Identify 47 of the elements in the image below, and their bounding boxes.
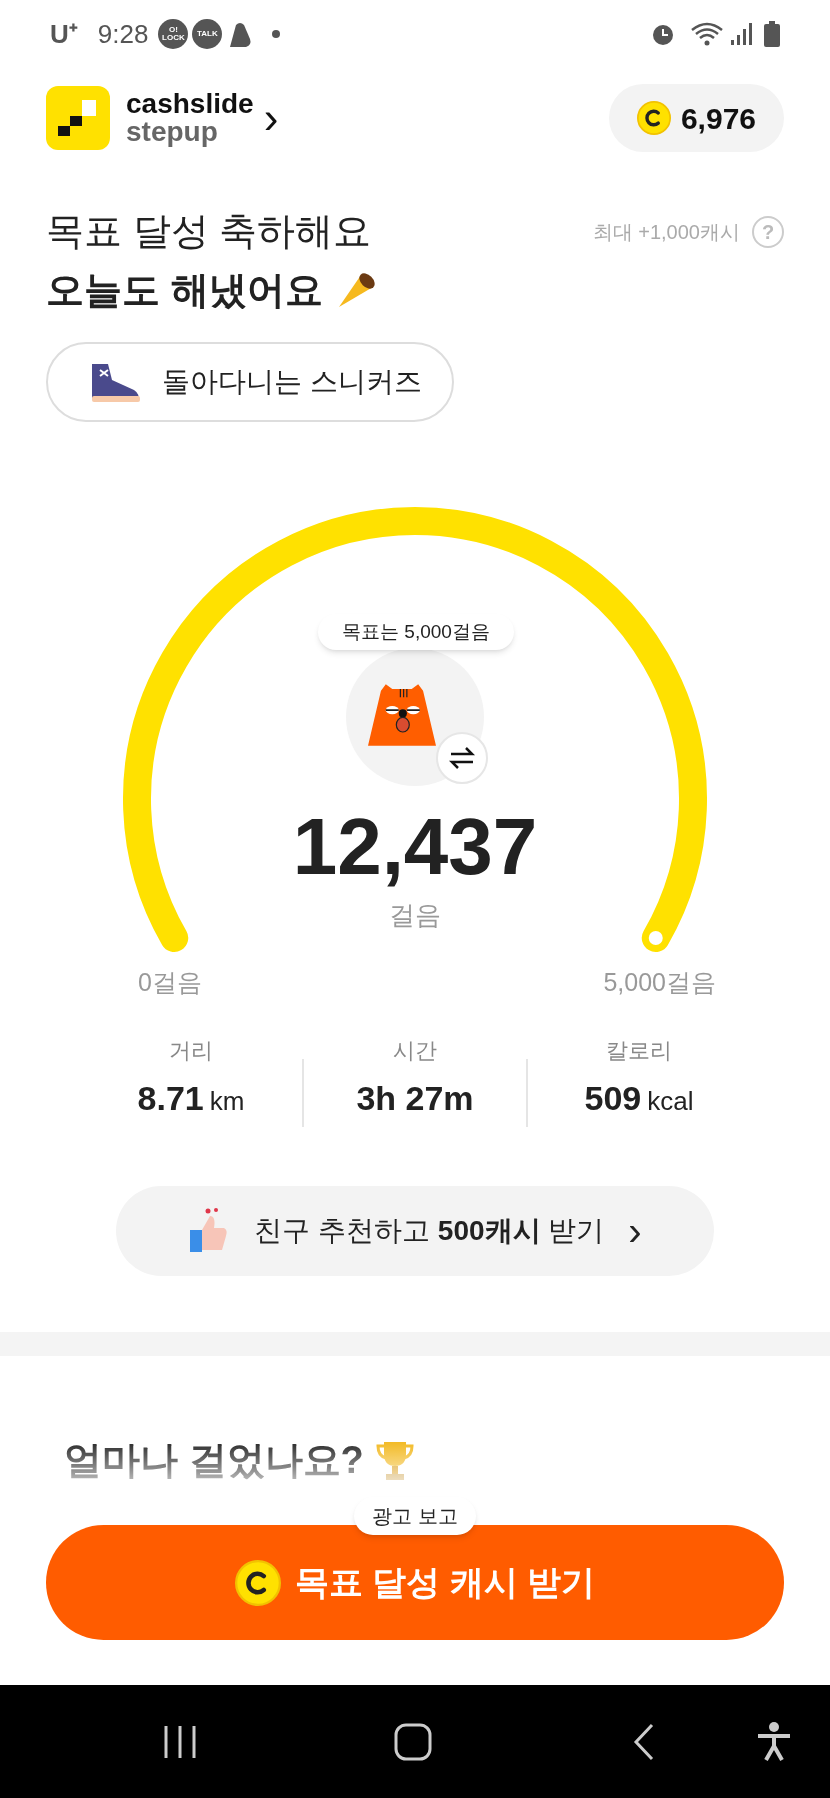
coin-icon <box>636 101 671 135</box>
accessibility-icon[interactable] <box>756 1721 792 1762</box>
badge-pill[interactable]: 돌아다니는 스니커즈 <box>46 342 454 422</box>
brand-name: cashslide <box>126 90 254 118</box>
swap-button[interactable] <box>436 732 488 784</box>
home-icon[interactable] <box>394 1722 432 1761</box>
battery-icon <box>764 21 780 47</box>
points-value: 6,976 <box>680 100 756 137</box>
chevron-icon[interactable]: › <box>263 96 279 140</box>
recent-apps-icon[interactable] <box>162 1723 198 1760</box>
ad-bubble: 광고 보고 <box>354 1497 476 1535</box>
coin-icon <box>234 1559 281 1606</box>
stat-label: 시간 <box>393 1037 437 1065</box>
max-label: 5,000걸음 <box>603 967 716 998</box>
step-count: 12,437 <box>292 802 538 892</box>
stat-value: 8.71 <box>137 1078 204 1119</box>
signal-icon <box>730 22 754 46</box>
min-label: 0걸음 <box>138 967 202 998</box>
stat-label: 거리 <box>169 1037 213 1065</box>
points-pill[interactable]: 6,976 <box>608 84 784 152</box>
badge-label: 돌아다니는 스니커즈 <box>162 365 422 399</box>
swap-icon <box>448 746 476 770</box>
mascot-drawing <box>368 682 436 748</box>
referral-text: 친구 추천하고 500캐시 받기 <box>254 1214 605 1248</box>
stat-value: 3h 27m <box>356 1078 474 1119</box>
notification-icon: TALK <box>192 19 223 49</box>
hero-subtitle: 오늘도 해냈어요 <box>46 268 323 313</box>
back-icon[interactable] <box>632 1722 656 1761</box>
status-time: 9:28 <box>97 17 149 51</box>
carrier-label: U⁺ <box>50 17 78 51</box>
hero-title: 목표 달성 축하해요 <box>46 209 373 254</box>
step-unit: 걸음 <box>389 899 441 932</box>
goal-bubble: 목표는 5,000걸음 <box>318 614 514 650</box>
trophy-icon <box>375 1439 414 1482</box>
gauge-end-dot <box>648 931 663 945</box>
logo-icon <box>46 86 110 150</box>
max-reward-label: 최대 +1,000캐시 <box>592 220 740 245</box>
stat-unit: kcal <box>647 1085 694 1118</box>
stat-unit: km <box>209 1085 245 1118</box>
notification-icon: O! LOCK <box>158 19 189 49</box>
stat-label: 칼로리 <box>606 1037 672 1065</box>
wifi-icon <box>690 21 724 47</box>
section-title: 얼마나 걸었나요? <box>64 1438 364 1483</box>
stat-value: 509 <box>584 1078 642 1119</box>
brand-subtitle: stepup <box>126 118 219 146</box>
chevron-icon: › <box>628 1211 642 1251</box>
referral-banner[interactable]: 친구 추천하고 500캐시 받기 › <box>116 1186 714 1276</box>
